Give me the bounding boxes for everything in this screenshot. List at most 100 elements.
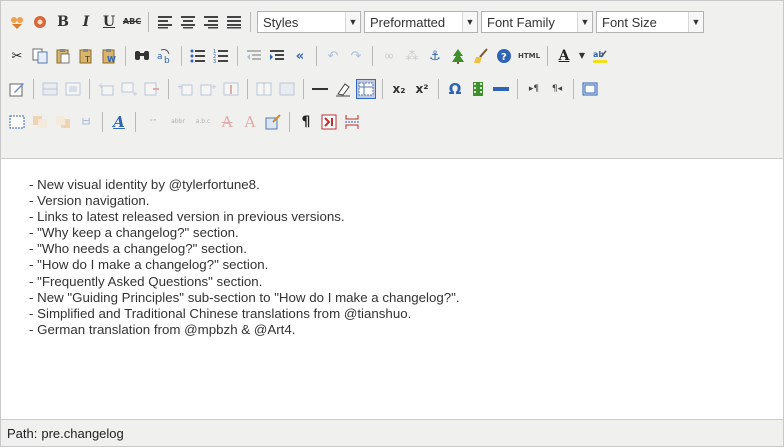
insert-row-before-icon[interactable]: +	[96, 79, 116, 99]
subscript-button[interactable]: x₂	[389, 79, 409, 99]
fullscreen-icon[interactable]	[580, 79, 600, 99]
insert-col-after-icon[interactable]: +	[198, 79, 218, 99]
element-path-link[interactable]: pre.changelog	[41, 426, 123, 441]
newdocument-icon[interactable]	[7, 12, 27, 32]
strikethrough-button[interactable]: ABC	[122, 12, 142, 32]
attributes-icon[interactable]	[263, 112, 283, 132]
outdent-icon[interactable]	[244, 46, 264, 66]
horizontal-rule-icon[interactable]	[310, 79, 330, 99]
editor-content[interactable]: - New visual identity by @tylerfortune8.…	[1, 159, 783, 417]
style-props-button[interactable]: A	[109, 112, 129, 132]
bold-button[interactable]: B	[53, 12, 73, 32]
html-source-button[interactable]: HTML	[517, 46, 541, 66]
styles-select[interactable]: Styles ▼	[257, 11, 361, 33]
rtl-icon[interactable]: ¶◂	[547, 79, 567, 99]
format-select[interactable]: Preformatted ▼	[364, 11, 478, 33]
table-row-props-icon[interactable]	[40, 79, 60, 99]
font-family-select[interactable]: Font Family ▼	[481, 11, 593, 33]
toolbar-separator	[250, 12, 251, 32]
advanced-hr-icon[interactable]	[491, 79, 511, 99]
insert-col-before-icon[interactable]: +	[175, 79, 195, 99]
toolbar-separator	[247, 79, 248, 99]
paste-icon[interactable]	[53, 46, 73, 66]
nonbreaking-icon[interactable]	[319, 112, 339, 132]
find-replace-icon[interactable]: ab	[155, 46, 175, 66]
toolbar-separator	[148, 12, 149, 32]
move-backward-icon[interactable]	[53, 112, 73, 132]
paste-text-icon[interactable]: T	[76, 46, 96, 66]
cut-icon[interactable]: ✂	[7, 46, 27, 66]
image-icon[interactable]	[448, 46, 468, 66]
bullet-list-icon[interactable]	[188, 46, 208, 66]
svg-text:+: +	[98, 82, 104, 90]
superscript-button[interactable]: x²	[412, 79, 432, 99]
help-icon[interactable]: ?	[494, 46, 514, 66]
visual-chars-button[interactable]: ¶	[296, 112, 316, 132]
align-right-icon[interactable]	[201, 12, 221, 32]
media-icon[interactable]	[468, 79, 488, 99]
format-select-value: Preformatted	[370, 14, 446, 30]
deletion-icon[interactable]: A	[217, 112, 237, 132]
indent-icon[interactable]	[267, 46, 287, 66]
align-left-icon[interactable]	[155, 12, 175, 32]
underline-button[interactable]: U	[99, 12, 119, 32]
copy-icon[interactable]	[30, 46, 50, 66]
toolbar-separator	[168, 79, 169, 99]
remove-format-icon[interactable]	[333, 79, 353, 99]
split-cells-icon[interactable]	[254, 79, 274, 99]
cite-icon[interactable]: “”	[142, 112, 164, 132]
svg-text:a: a	[157, 52, 163, 62]
style-props-label: A	[113, 112, 125, 131]
toolbar-separator	[237, 46, 238, 66]
redo-icon[interactable]: ↷	[346, 46, 366, 66]
link-icon[interactable]: ∞	[379, 46, 399, 66]
italic-button[interactable]: I	[76, 12, 96, 32]
numbered-list-icon[interactable]: 123	[211, 46, 231, 66]
font-size-select[interactable]: Font Size ▼	[596, 11, 704, 33]
blockquote-icon[interactable]: «	[290, 46, 310, 66]
cleanup-icon[interactable]	[471, 46, 491, 66]
visual-aid-icon[interactable]	[356, 79, 376, 99]
edit-css-icon[interactable]	[7, 79, 27, 99]
align-center-icon[interactable]	[178, 12, 198, 32]
toolbar-separator	[289, 112, 290, 132]
toolbar-separator	[102, 112, 103, 132]
background-color-icon[interactable]: ab	[590, 46, 610, 66]
toolbar-row-2: ✂ T W ab 123 « ↶ ↷ ∞ ⁂ ⚓ ? HTML A ▼ ab	[7, 43, 613, 69]
toolbar-separator	[573, 79, 574, 99]
special-char-button[interactable]: Ω	[445, 79, 465, 99]
abbr-icon[interactable]: abbr	[167, 112, 189, 132]
find-icon[interactable]	[132, 46, 152, 66]
changelog-line: - "Frequently Asked Questions" section.	[29, 273, 263, 289]
gear-icon[interactable]	[30, 12, 50, 32]
toolbar-separator	[438, 79, 439, 99]
svg-text:3: 3	[213, 59, 216, 63]
chevron-down-icon[interactable]: ▼	[577, 46, 587, 66]
ltr-icon[interactable]: ▸¶	[524, 79, 544, 99]
paste-word-icon[interactable]: W	[99, 46, 119, 66]
svg-text:W: W	[107, 55, 116, 64]
undo-icon[interactable]: ↶	[323, 46, 343, 66]
anchor-icon[interactable]: ⚓	[425, 46, 445, 66]
align-justify-icon[interactable]	[224, 12, 244, 32]
move-forward-icon[interactable]	[30, 112, 50, 132]
toolbar-separator	[547, 46, 548, 66]
changelog-line: - German translation from @mpbzh & @Art4…	[29, 321, 296, 337]
insert-layer-icon[interactable]	[7, 112, 27, 132]
insert-row-after-icon[interactable]: +	[119, 79, 139, 99]
merge-cells-icon[interactable]	[277, 79, 297, 99]
chevron-down-icon: ▼	[462, 12, 477, 32]
toolbar-separator	[316, 46, 317, 66]
acronym-icon[interactable]: a.b.c	[192, 112, 214, 132]
table-cell-props-icon[interactable]	[63, 79, 83, 99]
unlink-icon[interactable]: ⁂	[402, 46, 422, 66]
pagebreak-icon[interactable]	[342, 112, 362, 132]
delete-col-icon[interactable]	[221, 79, 241, 99]
absolute-position-icon[interactable]: ㅂ	[76, 112, 96, 132]
toolbar-separator	[33, 79, 34, 99]
toolbar-separator	[382, 79, 383, 99]
font-color-button[interactable]: A	[554, 46, 574, 66]
changelog-line: - Links to latest released version in pr…	[29, 209, 345, 225]
delete-row-icon[interactable]	[142, 79, 162, 99]
insertion-icon[interactable]: A	[240, 112, 260, 132]
